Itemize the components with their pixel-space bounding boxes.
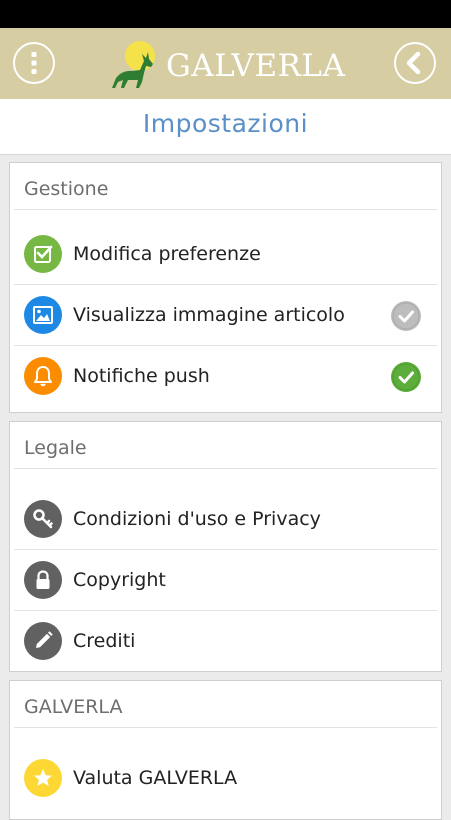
item-label: Modifica preferenze	[73, 243, 261, 265]
pencil-icon	[24, 622, 62, 660]
section-title: Gestione	[24, 178, 109, 200]
lock-icon	[24, 561, 62, 599]
settings-item-notifiche-push[interactable]: Notifiche push	[14, 346, 437, 406]
section-gestione: Gestione Modifica preferenze Visualizza …	[9, 162, 442, 413]
settings-item-visualizza-immagine[interactable]: Visualizza immagine articolo	[14, 285, 437, 346]
logo-text: GALVERLA	[166, 48, 346, 84]
section-title: Legale	[24, 437, 87, 459]
item-label: Crediti	[73, 630, 136, 652]
vertical-dots-icon	[31, 52, 37, 74]
bell-icon	[24, 357, 62, 395]
section-header: Legale	[14, 422, 437, 469]
settings-item-copyright[interactable]: Copyright	[14, 550, 437, 611]
star-icon	[24, 759, 62, 797]
item-label: Condizioni d'uso e Privacy	[73, 508, 321, 530]
page-title: Impostazioni	[142, 109, 309, 138]
settings-item-valuta[interactable]: Valuta GALVERLA	[14, 748, 437, 808]
title-bar: Impostazioni	[0, 99, 451, 155]
settings-item-condizioni[interactable]: Condizioni d'uso e Privacy	[14, 489, 437, 550]
section-legale: Legale Condizioni d'uso e Privacy Copyri…	[9, 421, 442, 672]
chevron-left-icon	[406, 51, 421, 75]
toggle-off-check-icon[interactable]	[391, 301, 421, 331]
app-header: GALVERLA	[0, 28, 451, 99]
check-square-icon	[24, 235, 62, 273]
image-icon	[24, 296, 62, 334]
section-galverla: GALVERLA Valuta GALVERLA	[9, 680, 442, 820]
status-bar	[0, 0, 451, 28]
toggle-on-check-icon[interactable]	[391, 362, 421, 392]
settings-item-modifica-preferenze[interactable]: Modifica preferenze	[14, 224, 437, 285]
section-title: GALVERLA	[24, 696, 123, 718]
back-button[interactable]	[394, 42, 436, 84]
item-label: Copyright	[73, 569, 166, 591]
logo-icon	[112, 41, 155, 88]
section-header: Gestione	[14, 163, 437, 210]
menu-button[interactable]	[13, 42, 55, 84]
item-label: Notifiche push	[73, 365, 210, 387]
settings-item-crediti[interactable]: Crediti	[14, 611, 437, 671]
key-icon	[24, 500, 62, 538]
item-label: Valuta GALVERLA	[73, 767, 238, 789]
section-header: GALVERLA	[14, 681, 437, 728]
item-label: Visualizza immagine articolo	[73, 304, 345, 326]
